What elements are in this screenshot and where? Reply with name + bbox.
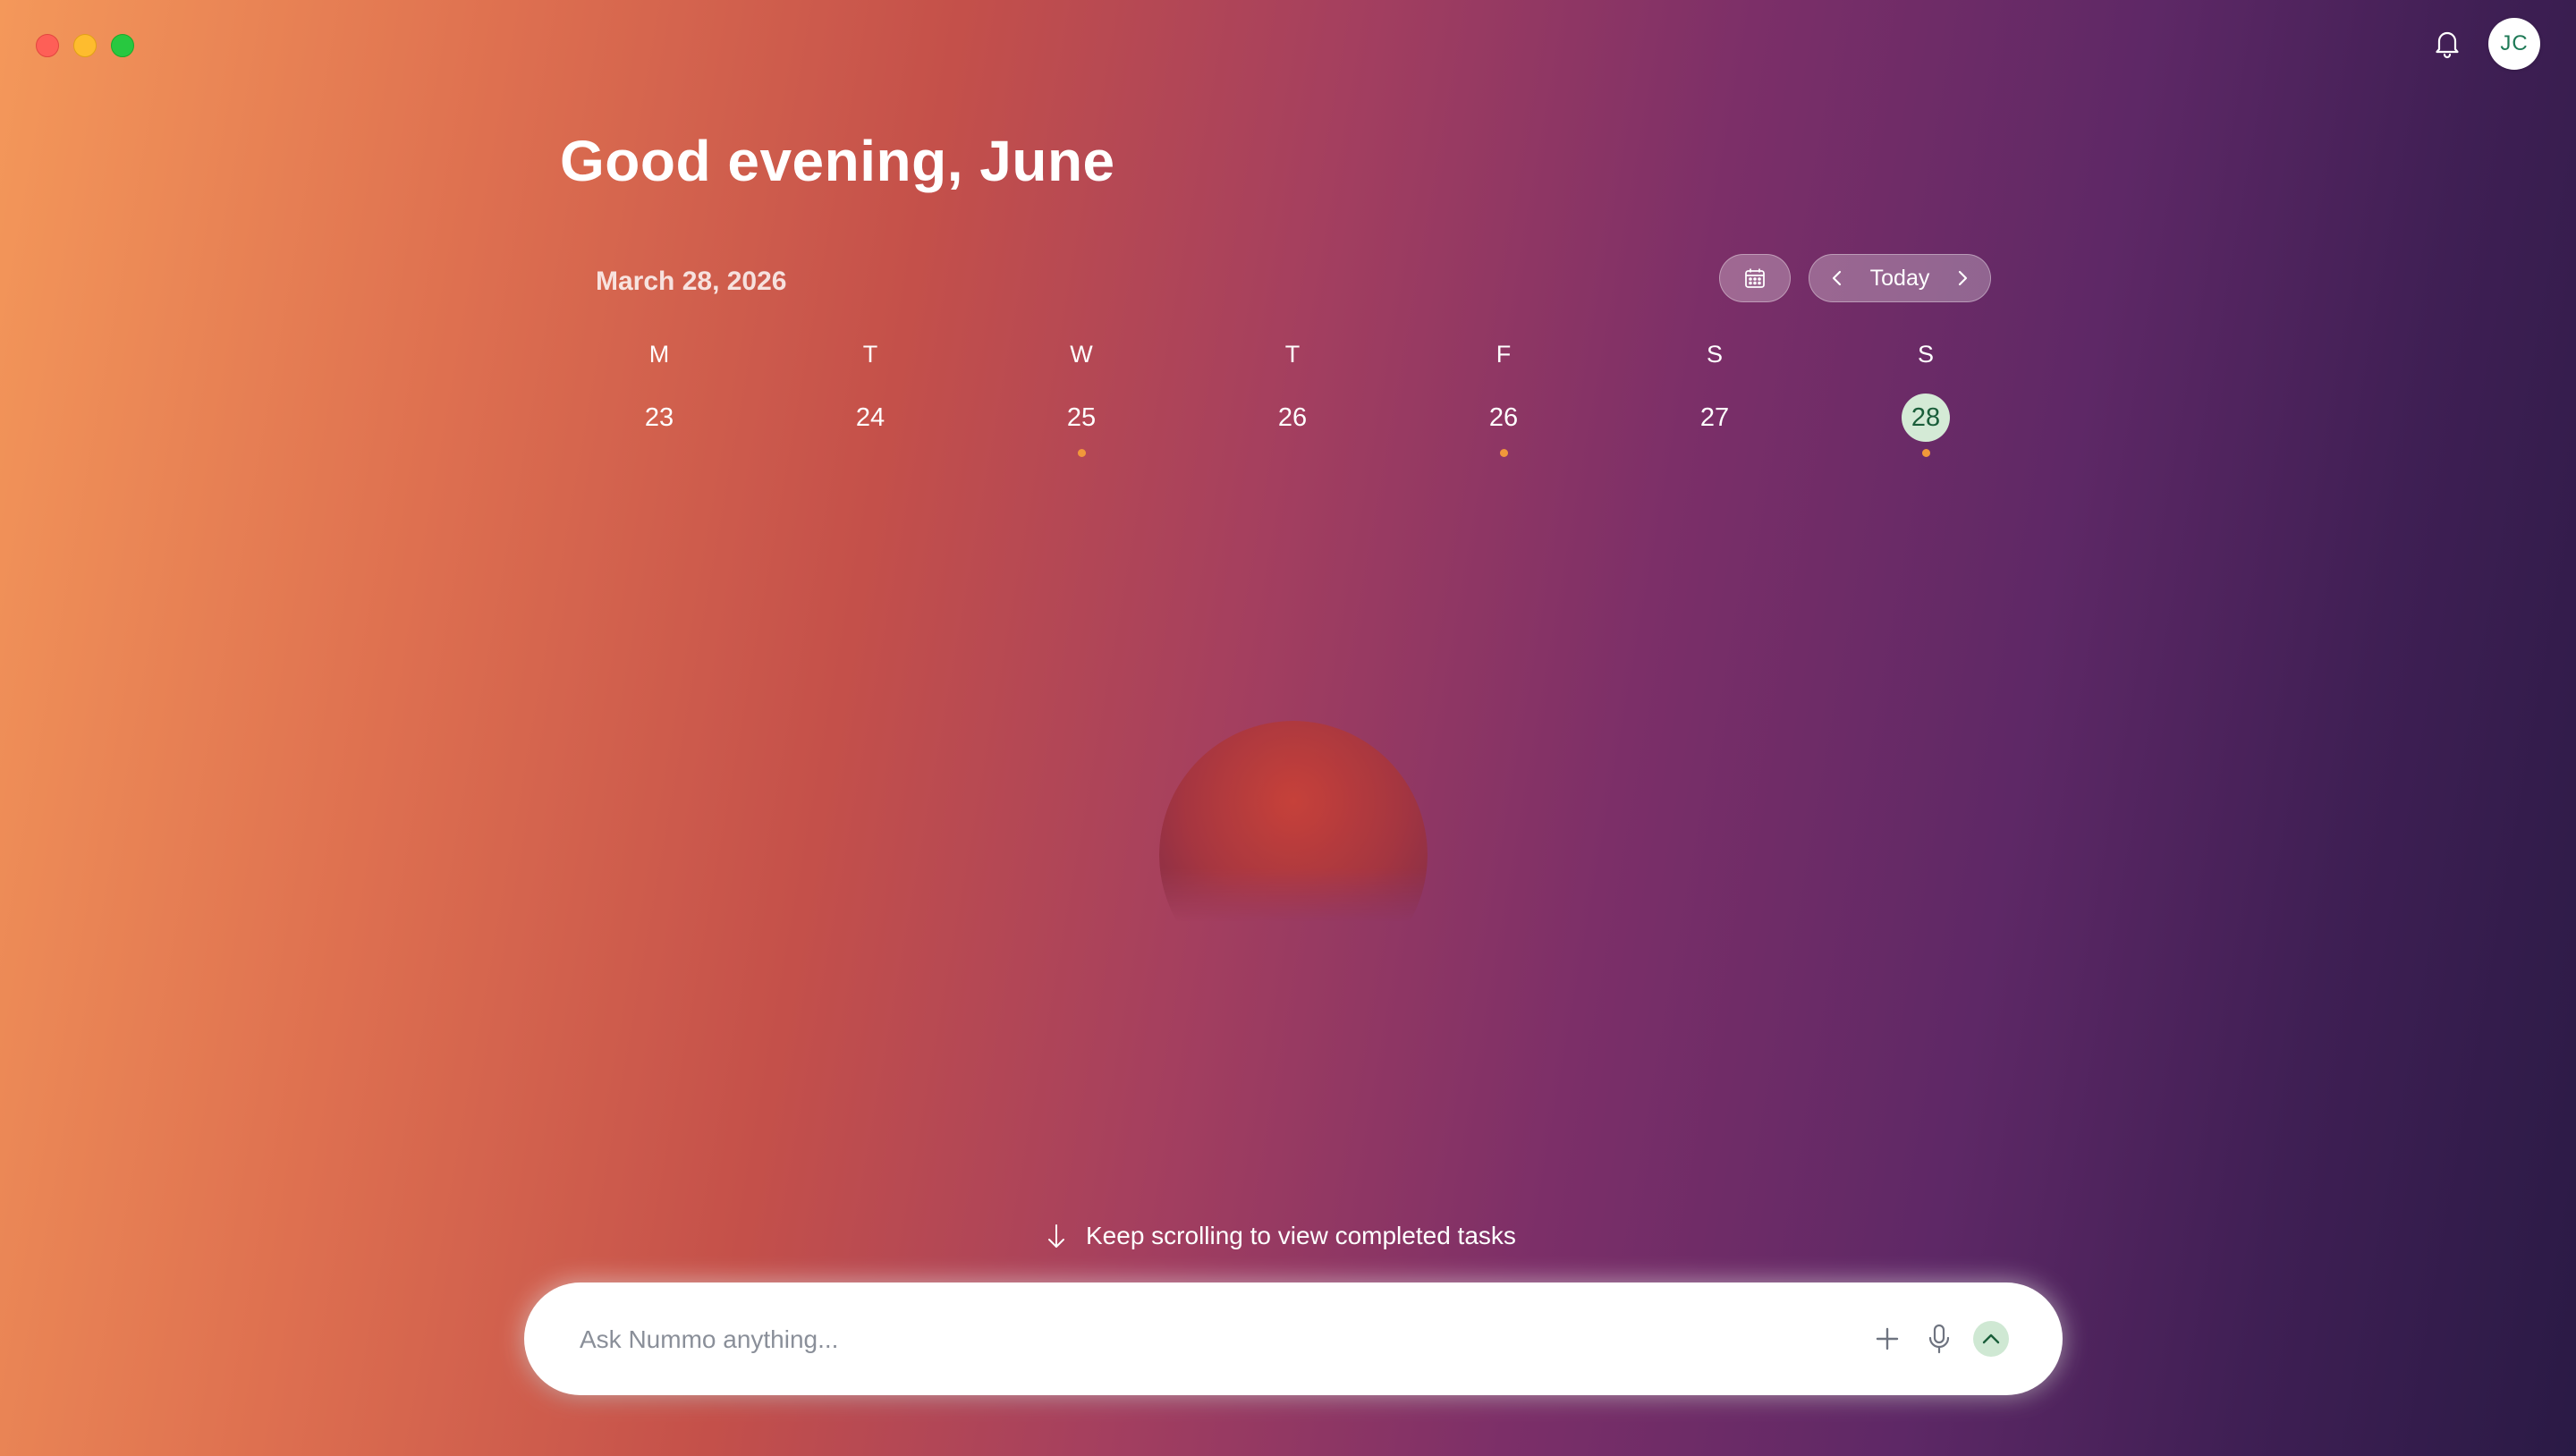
week-strip: M 23 T 24 W 25 T 26 F 26 S 27 S 28 — [555, 340, 2268, 465]
today-button[interactable]: Today — [1870, 266, 1930, 292]
day-of-week-label: T — [862, 341, 878, 368]
day-number: 26 — [1277, 403, 1308, 432]
open-calendar-button[interactable] — [1719, 254, 1791, 302]
page-title: Good evening, June — [560, 129, 1115, 193]
day-cell[interactable]: T 26 — [1248, 340, 1337, 457]
close-window-button[interactable] — [36, 34, 59, 57]
event-indicator — [1077, 449, 1086, 457]
microphone-icon[interactable] — [1927, 1323, 1952, 1355]
day-of-week-label: T — [1284, 341, 1301, 368]
chat-composer — [524, 1282, 2063, 1397]
day-number: 25 — [1066, 403, 1097, 432]
day-of-week-label: F — [1496, 341, 1512, 368]
day-of-week-label: M — [648, 341, 670, 368]
day-cell-selected[interactable]: S 28 — [1881, 340, 1970, 457]
arrow-down-icon — [1048, 1224, 1064, 1248]
add-attachment-plus-icon[interactable] — [1873, 1325, 1902, 1353]
notifications-bell-icon[interactable] — [2429, 25, 2465, 61]
calendar-icon — [1745, 268, 1765, 288]
chevron-up-icon — [1982, 1333, 2000, 1344]
day-of-week-label: W — [1070, 341, 1093, 368]
day-of-week-label: S — [1917, 341, 1934, 368]
avatar[interactable]: JC — [2488, 18, 2540, 70]
scroll-hint[interactable]: Keep scrolling to view completed tasks — [1045, 1222, 1516, 1250]
ask-input[interactable] — [578, 1282, 1834, 1397]
day-cell[interactable]: W 25 — [1037, 340, 1126, 457]
day-number: 23 — [644, 403, 674, 432]
app-window: JC Good evening, June March 28, 2026 Tod… — [0, 0, 2576, 1456]
week-navigation: Today — [1809, 254, 1991, 302]
avatar-initials: JC — [2500, 31, 2529, 55]
maximize-window-button[interactable] — [111, 34, 134, 57]
current-date-label: March 28, 2026 — [596, 267, 787, 296]
day-number-selected: 28 — [1902, 394, 1950, 442]
minimize-window-button[interactable] — [73, 34, 97, 57]
assistant-orb — [1159, 721, 1428, 989]
window-controls — [36, 34, 134, 57]
day-of-week-label: S — [1706, 341, 1723, 368]
day-cell[interactable]: T 24 — [826, 340, 915, 457]
day-cell[interactable]: F 26 — [1459, 340, 1548, 457]
scroll-hint-label: Keep scrolling to view completed tasks — [1086, 1222, 1516, 1249]
day-number: 26 — [1488, 403, 1519, 432]
previous-week-chevron-left-icon[interactable] — [1829, 270, 1845, 286]
day-number: 27 — [1699, 403, 1730, 432]
send-button[interactable] — [1973, 1321, 2009, 1357]
next-week-chevron-right-icon[interactable] — [1954, 270, 1970, 286]
day-cell[interactable]: M 23 — [614, 340, 704, 457]
event-indicator — [1921, 449, 1930, 457]
event-indicator — [1499, 449, 1508, 457]
day-cell[interactable]: S 27 — [1670, 340, 1759, 457]
day-number: 24 — [855, 403, 886, 432]
